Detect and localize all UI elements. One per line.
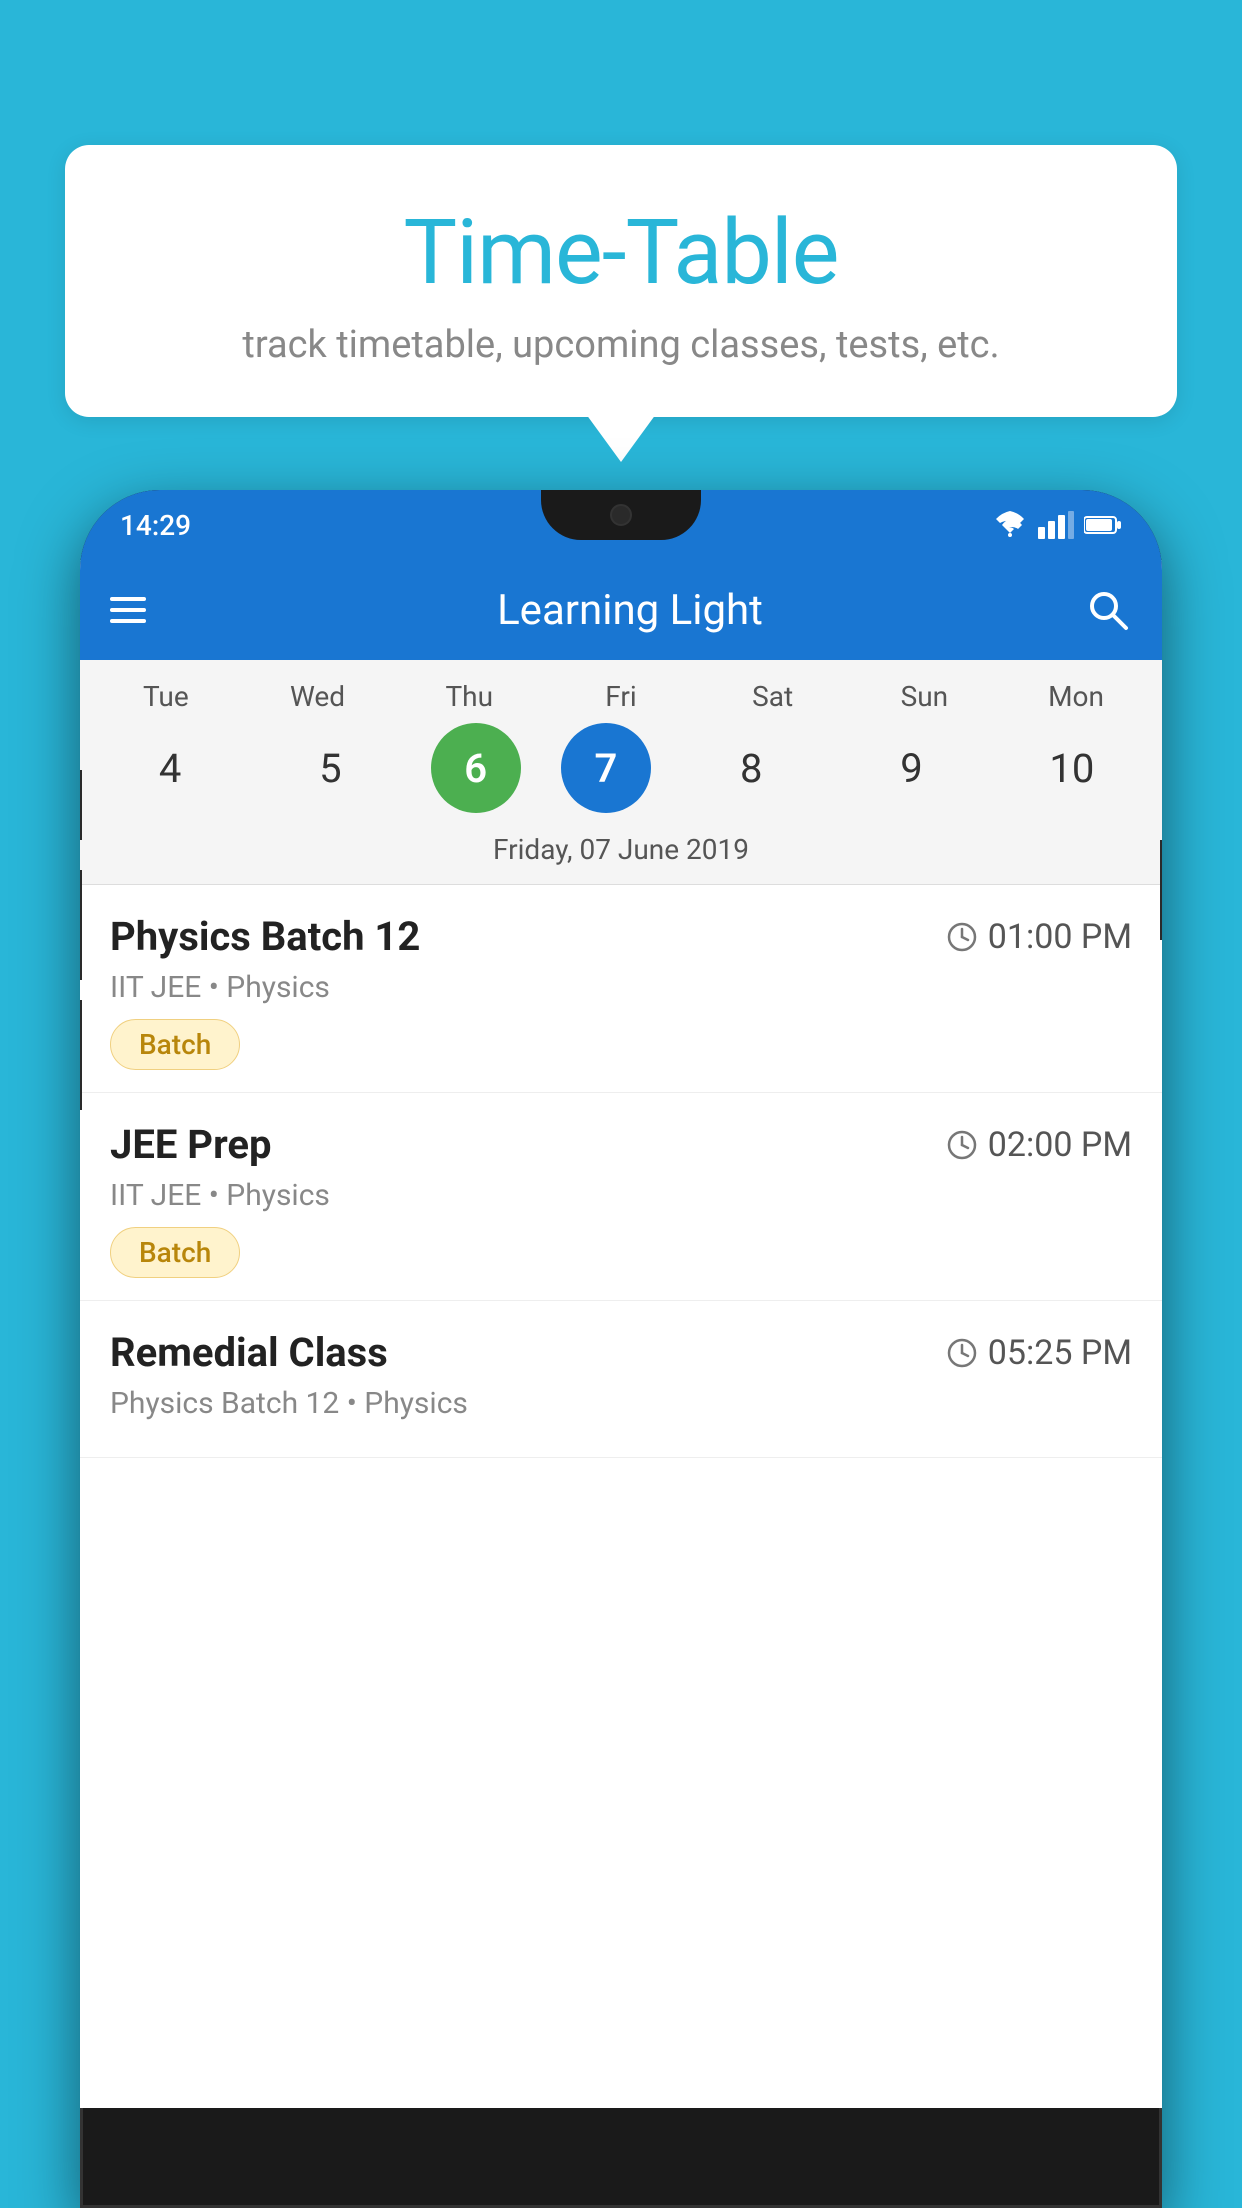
time-text-1: 01:00 PM (988, 917, 1132, 957)
notch (541, 490, 701, 540)
day-4[interactable]: 4 (110, 723, 230, 813)
schedule-time-1: 01:00 PM (946, 917, 1132, 957)
day-6-today[interactable]: 6 (431, 723, 521, 813)
clock-icon-1 (946, 921, 978, 953)
speech-bubble-container: Time-Table track timetable, upcoming cla… (65, 145, 1177, 417)
schedule-time-2: 02:00 PM (946, 1125, 1132, 1165)
phone-container: 14:29 (80, 490, 1162, 2208)
search-icon[interactable] (1084, 586, 1132, 634)
volume-up-button (80, 870, 82, 980)
day-header-fri: Fri (561, 680, 681, 713)
hamburger-icon[interactable] (110, 597, 146, 623)
signal-icon (1038, 511, 1074, 539)
clock-icon-3 (946, 1337, 978, 1369)
power-button (1160, 840, 1162, 940)
status-icons (992, 511, 1122, 539)
schedule-item-3-header: Remedial Class 05:25 PM (110, 1329, 1132, 1376)
day-header-wed: Wed (258, 680, 378, 713)
day-10[interactable]: 10 (1012, 723, 1132, 813)
schedule-title-1: Physics Batch 12 (110, 913, 420, 960)
batch-badge-2: Batch (110, 1227, 240, 1278)
day-9[interactable]: 9 (852, 723, 972, 813)
clock-icon-2 (946, 1129, 978, 1161)
schedule-title-3: Remedial Class (110, 1329, 388, 1376)
front-camera (610, 504, 632, 526)
day-header-sat: Sat (713, 680, 833, 713)
time-text-2: 02:00 PM (988, 1125, 1132, 1165)
schedule-item-remedial-class[interactable]: Remedial Class 05:25 PM Physics Batch 12… (80, 1301, 1162, 1458)
time-text-3: 05:25 PM (988, 1333, 1132, 1373)
schedule-time-3: 05:25 PM (946, 1333, 1132, 1373)
calendar-strip: Tue Wed Thu Fri Sat Sun Mon 4 5 6 7 8 9 … (80, 660, 1162, 885)
wifi-icon (992, 511, 1028, 539)
schedule-item-physics-batch-12[interactable]: Physics Batch 12 01:00 PM IIT JEE • Phys… (80, 885, 1162, 1093)
volume-silent-button (80, 770, 82, 840)
schedule-item-jee-prep[interactable]: JEE Prep 02:00 PM IIT JEE • Physics Batc… (80, 1093, 1162, 1301)
day-numbers: 4 5 6 7 8 9 10 (90, 723, 1152, 813)
schedule-meta-2: IIT JEE • Physics (110, 1178, 1132, 1213)
day-7-selected[interactable]: 7 (561, 723, 651, 813)
volume-down-button (80, 1000, 82, 1110)
toolbar-title: Learning Light (176, 586, 1084, 635)
phone-frame: 14:29 (80, 490, 1162, 2208)
phone-screen: Learning Light Tue Wed Thu Fri Sat Sun M… (80, 560, 1162, 2108)
selected-date-label: Friday, 07 June 2019 (90, 825, 1152, 874)
day-8[interactable]: 8 (691, 723, 811, 813)
bubble-subtitle: track timetable, upcoming classes, tests… (125, 323, 1117, 367)
speech-bubble: Time-Table track timetable, upcoming cla… (65, 145, 1177, 417)
bubble-title: Time-Table (125, 200, 1117, 305)
schedule-list: Physics Batch 12 01:00 PM IIT JEE • Phys… (80, 885, 1162, 1458)
schedule-meta-1: IIT JEE • Physics (110, 970, 1132, 1005)
status-bar: 14:29 (80, 490, 1162, 560)
schedule-meta-3: Physics Batch 12 • Physics (110, 1386, 1132, 1421)
batch-badge-1: Batch (110, 1019, 240, 1070)
status-time: 14:29 (120, 509, 191, 542)
day-header-tue: Tue (106, 680, 226, 713)
day-header-thu: Thu (409, 680, 529, 713)
day-headers: Tue Wed Thu Fri Sat Sun Mon (90, 680, 1152, 713)
day-header-mon: Mon (1016, 680, 1136, 713)
day-header-sun: Sun (864, 680, 984, 713)
battery-icon (1084, 514, 1122, 536)
schedule-item-1-header: Physics Batch 12 01:00 PM (110, 913, 1132, 960)
day-5[interactable]: 5 (270, 723, 390, 813)
schedule-item-2-header: JEE Prep 02:00 PM (110, 1121, 1132, 1168)
app-toolbar: Learning Light (80, 560, 1162, 660)
schedule-title-2: JEE Prep (110, 1121, 271, 1168)
